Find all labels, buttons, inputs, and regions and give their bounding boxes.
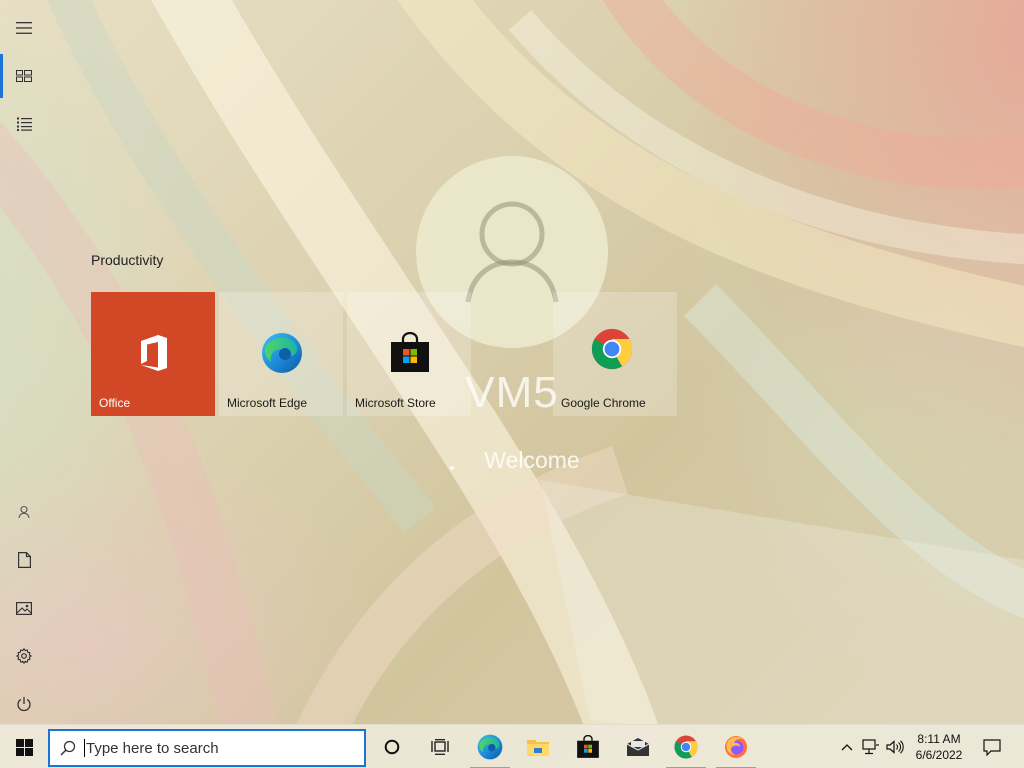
volume-button[interactable] [884,725,906,768]
pinned-tiles-button[interactable] [0,52,48,100]
hamburger-menu-icon [16,22,32,34]
store-bag-icon [391,332,429,372]
taskbar: 8:11 AM 6/6/2022 [0,724,1024,768]
google-chrome-tile[interactable]: Google Chrome [553,292,677,416]
taskbar-edge-button[interactable] [466,725,514,768]
google-chrome-tile-label: Google Chrome [561,396,646,410]
microsoft-store-tile-label: Microsoft Store [355,396,436,410]
office-tile[interactable]: Office [91,292,215,416]
all-apps-list-icon [16,117,32,131]
windows-logo-icon [15,738,33,756]
pinned-tiles-icon [16,70,32,82]
mail-icon [626,738,650,756]
microsoft-edge-tile-label: Microsoft Edge [227,396,308,410]
text-caret [84,739,85,757]
taskbar-mail-button[interactable] [614,725,662,768]
settings-gear-icon [16,648,32,664]
network-icon [862,739,879,755]
taskbar-firefox-button[interactable] [712,725,760,768]
cortana-circle-icon [384,739,400,755]
pictures-icon [16,601,32,615]
all-apps-button[interactable] [0,100,48,148]
microsoft-store-tile[interactable]: Microsoft Store [347,292,471,416]
settings-button[interactable] [0,632,48,680]
power-icon [17,697,31,712]
taskbar-clock[interactable]: 8:11 AM 6/6/2022 [908,731,970,763]
pictures-button[interactable] [0,584,48,632]
action-center-button[interactable] [976,725,1008,768]
tile-group-title: Productivity [91,252,164,268]
chevron-up-icon [841,744,853,751]
search-input[interactable] [86,739,346,757]
firefox-logo-icon [725,736,747,758]
documents-button[interactable] [0,536,48,584]
taskbar-file-explorer-button[interactable] [514,725,562,768]
task-view-icon [431,739,449,755]
cortana-button[interactable] [368,725,416,768]
start-menu-rail [0,0,48,724]
chrome-logo-icon [591,328,633,370]
chrome-logo-icon [674,735,698,759]
file-explorer-icon [527,740,549,756]
user-account-button[interactable] [0,488,48,536]
show-hidden-icons-button[interactable] [836,725,858,768]
clock-date: 6/6/2022 [915,748,963,762]
task-view-button[interactable] [416,725,464,768]
clock-time: 8:11 AM [917,732,961,746]
office-logo-icon [141,335,167,371]
taskbar-chrome-button[interactable] [662,725,710,768]
expand-menu-button[interactable] [0,4,48,52]
microsoft-edge-tile[interactable]: Microsoft Edge [219,292,343,416]
store-bag-icon [577,735,599,758]
edge-logo-icon [477,734,503,760]
welcome-status: Welcome [484,447,580,473]
office-tile-label: Office [99,396,131,410]
desktop-screen: VM5 Welcome Productivity Office Microsof… [0,0,1024,768]
notification-icon [983,738,1001,756]
speaker-volume-icon [886,740,904,754]
taskbar-store-button[interactable] [564,725,612,768]
user-account-icon [18,505,30,519]
network-button[interactable] [860,725,882,768]
power-button[interactable] [0,680,48,728]
documents-icon [17,552,31,568]
start-button[interactable] [0,725,48,768]
taskbar-search-box[interactable] [48,729,366,767]
edge-logo-icon [262,333,302,373]
search-icon [60,740,76,756]
